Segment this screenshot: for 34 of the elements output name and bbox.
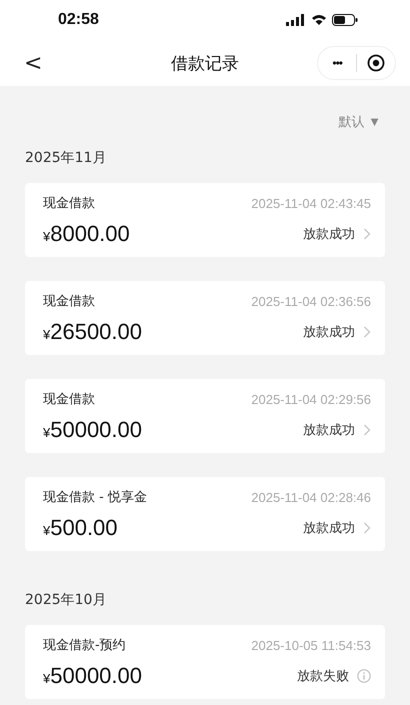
loan-record-card[interactable]: 现金借款 2025-11-04 02:43:45 ¥8000.00 放款成功: [25, 183, 385, 257]
loan-record-card[interactable]: 现金借款-预约 2025-10-05 11:54:53 ¥50000.00 放款失败: [25, 625, 385, 699]
loan-name: 现金借款-预约: [43, 637, 126, 654]
loan-record-card[interactable]: 现金借款 2025-11-04 02:29:56 ¥50000.00 放款成功: [25, 379, 385, 453]
loan-amount: ¥50000.00: [43, 417, 142, 443]
more-button[interactable]: •••: [328, 56, 346, 70]
loan-amount: ¥50000.00: [43, 663, 142, 689]
month-header: 2025年10月: [24, 591, 108, 610]
loan-time: 2025-10-05 11:54:53: [251, 638, 371, 652]
loan-amount: ¥26500.00: [43, 319, 142, 345]
signal-icon: [286, 14, 306, 26]
loan-status: 放款成功: [303, 520, 355, 537]
loan-name: 现金借款: [43, 391, 95, 408]
loan-time: 2025-11-04 02:43:45: [251, 196, 371, 210]
loan-status: 放款成功: [303, 324, 355, 341]
loan-status: 放款成功: [303, 226, 355, 243]
loan-name: 现金借款: [43, 293, 95, 310]
loan-time: 2025-11-04 02:28:46: [251, 490, 371, 504]
loan-status: 放款成功: [303, 422, 355, 439]
battery-icon: [332, 14, 358, 26]
loan-amount: ¥500.00: [43, 515, 118, 541]
loan-record-card[interactable]: 现金借款 2025-11-04 02:36:56 ¥26500.00 放款成功: [25, 281, 385, 355]
loan-status: 放款失败: [297, 668, 349, 685]
loan-time: 2025-11-04 02:29:56: [251, 392, 371, 406]
wifi-icon: [311, 14, 327, 26]
loan-name: 现金借款: [43, 195, 95, 212]
loan-amount: ¥8000.00: [43, 221, 130, 247]
loan-time: 2025-11-04 02:36:56: [251, 294, 371, 308]
loan-record-card[interactable]: 现金借款 - 悦享金 2025-11-04 02:28:46 ¥500.00 放款成功: [25, 477, 385, 551]
back-button[interactable]: <: [20, 50, 46, 76]
month-header: 2025年11月: [24, 149, 108, 168]
page-title: 借款记录: [171, 52, 239, 74]
loan-name: 现金借款 - 悦享金: [43, 489, 147, 506]
status-time: 02:58: [58, 11, 99, 29]
